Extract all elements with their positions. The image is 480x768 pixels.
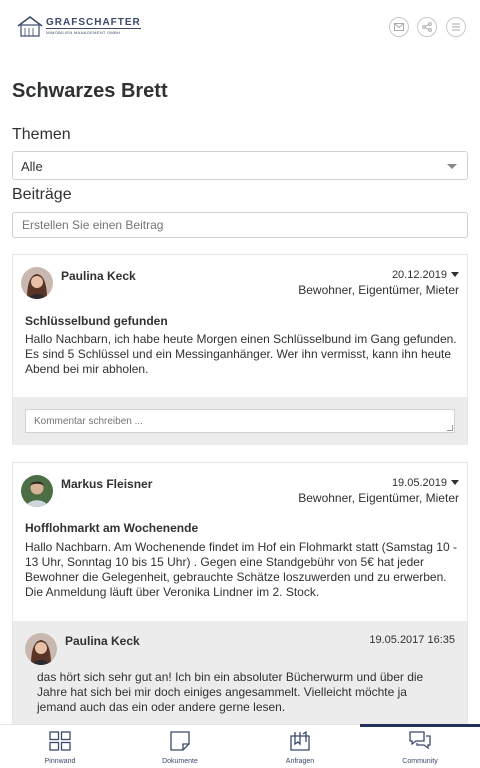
bottom-nav: Pinnwand Dokumente Anfragen Community (0, 724, 480, 768)
post-date[interactable]: 19.05.2019 (392, 477, 459, 489)
nav-item-pinnwand[interactable]: Pinnwand (0, 725, 120, 768)
avatar[interactable] (21, 475, 53, 507)
nav-item-community[interactable]: Community (360, 724, 480, 768)
app-header: GRAFSCHAFTER IMMOBILIEN MANAGEMENT GMBH (0, 0, 480, 56)
post-card: Paulina Keck 20.12.2019 Bewohner, Eigent… (12, 254, 468, 445)
post-title: Hofflohmarkt am Wochenende (25, 521, 199, 535)
nav-item-dokumente[interactable]: Dokumente (120, 725, 240, 768)
logo-subtitle: IMMOBILIEN MANAGEMENT GMBH (46, 27, 141, 36)
document-icon (170, 731, 190, 751)
new-post-input[interactable] (12, 212, 468, 238)
post-date-text: 19.05.2019 (391, 477, 447, 489)
caret-down-icon (451, 480, 459, 485)
chevron-down-icon (447, 164, 457, 169)
post-roles: Bewohner, Eigentümer, Mieter (298, 491, 459, 505)
comment-text: das hört sich sehr gut an! Ich bin ein a… (37, 670, 424, 714)
post-roles: Bewohner, Eigentümer, Mieter (298, 283, 459, 297)
comment-author[interactable]: Paulina Keck (65, 634, 140, 648)
nav-label: Anfragen (285, 758, 315, 765)
comment-avatar[interactable] (25, 633, 57, 665)
post-date[interactable]: 20.12.2019 (392, 269, 459, 281)
post-author[interactable]: Paulina Keck (61, 269, 136, 283)
nav-item-anfragen[interactable]: Anfragen (240, 725, 360, 768)
logo-title: GRAFSCHAFTER (46, 16, 141, 28)
post-body: Hallo Nachbarn, ich habe heute Morgen ei… (25, 332, 457, 376)
share-icon (422, 22, 432, 32)
topics-select[interactable]: Alle (12, 151, 468, 180)
post-body: Hallo Nachbarn. Am Wochenende findet im … (25, 540, 457, 599)
grid-icon (49, 731, 71, 751)
menu-icon (452, 23, 460, 31)
comment-area (13, 397, 467, 445)
post-author[interactable]: Markus Fleisner (61, 477, 152, 491)
caret-down-icon (451, 272, 459, 277)
resize-handle-icon[interactable] (447, 425, 453, 431)
chat-icon (409, 731, 431, 750)
topics-selected-value: Alle (21, 159, 43, 174)
share-button[interactable] (417, 17, 437, 37)
mail-button[interactable] (389, 17, 409, 37)
nav-label: Dokumente (162, 758, 198, 765)
comment-item: Paulina Keck 19.05.2017 16:35 das hört s… (13, 621, 467, 725)
topics-label: Themen (12, 126, 71, 143)
inbox-icon (290, 731, 310, 751)
mail-icon (394, 23, 404, 31)
house-logo-icon (16, 14, 44, 38)
comment-date: 19.05.2017 16:35 (369, 634, 455, 646)
posts-label: Beiträge (12, 186, 72, 203)
company-logo[interactable]: GRAFSCHAFTER IMMOBILIEN MANAGEMENT GMBH (16, 14, 141, 38)
page-title: Schwarzes Brett (12, 80, 168, 102)
comment-input[interactable] (25, 409, 455, 433)
post-title: Schlüsselbund gefunden (25, 314, 168, 328)
post-card: Markus Fleisner 19.05.2019 Bewohner, Eig… (12, 462, 468, 725)
menu-button[interactable] (446, 17, 466, 37)
post-date-text: 20.12.2019 (391, 269, 447, 281)
nav-label: Pinnwand (44, 758, 76, 765)
nav-label: Community (402, 758, 438, 765)
avatar[interactable] (21, 267, 53, 299)
